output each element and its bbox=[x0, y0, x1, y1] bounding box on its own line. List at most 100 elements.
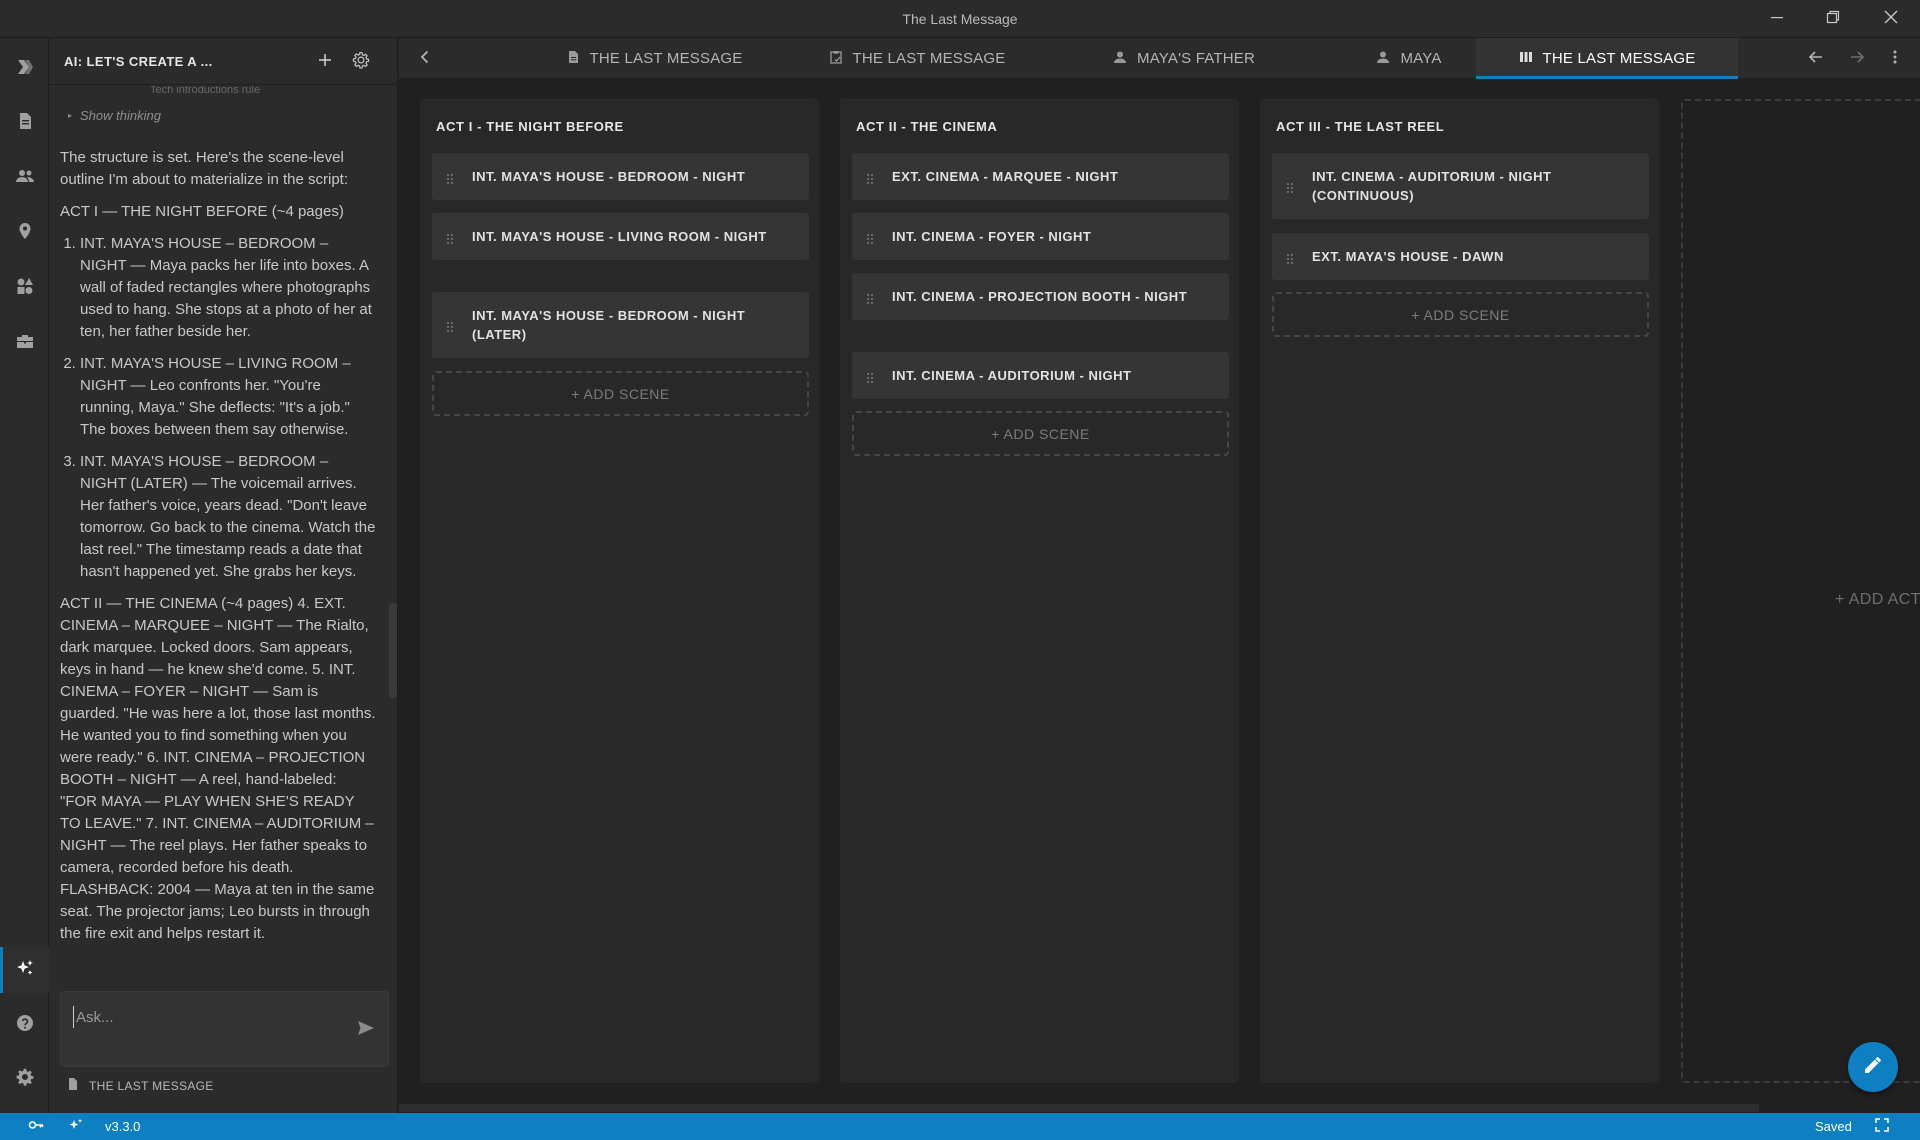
act-column: ACT I - THE NIGHT BEFORE INT. MAYA'S HOU… bbox=[420, 99, 819, 1083]
drag-handle-icon[interactable] bbox=[1286, 180, 1294, 193]
close-button[interactable] bbox=[1870, 0, 1912, 38]
document-icon bbox=[566, 50, 580, 68]
minimize-button[interactable] bbox=[1756, 0, 1798, 38]
chat-scrollbar[interactable] bbox=[389, 603, 397, 698]
elements-button[interactable] bbox=[0, 265, 49, 311]
drag-handle-icon[interactable] bbox=[866, 370, 874, 383]
pencil-icon bbox=[1862, 1054, 1884, 1081]
more-vertical-icon bbox=[1886, 48, 1904, 71]
assistant-intro: The structure is set. Here's the scene-l… bbox=[60, 149, 349, 188]
tab-label: MAYA bbox=[1400, 50, 1442, 67]
drag-handle-icon[interactable] bbox=[866, 171, 874, 184]
context-doc-label: THE LAST MESSAGE bbox=[89, 1078, 214, 1093]
locations-button[interactable] bbox=[0, 210, 49, 256]
add-scene-button[interactable]: + ADD SCENE bbox=[852, 411, 1229, 456]
list-item: INT. MAYA'S HOUSE – BEDROOM – NIGHT — Ma… bbox=[80, 233, 377, 343]
scene-card[interactable]: INT. CINEMA - AUDITORIUM - NIGHT bbox=[852, 352, 1229, 399]
scene-heading: EXT. MAYA'S HOUSE - DAWN bbox=[1312, 249, 1504, 264]
ai-button[interactable] bbox=[0, 947, 49, 993]
tab-character-mayas-father[interactable]: MAYA'S FATHER bbox=[1059, 38, 1309, 79]
add-scene-button[interactable]: + ADD SCENE bbox=[432, 371, 809, 416]
scene-card[interactable]: EXT. CINEMA - MARQUEE - NIGHT bbox=[852, 153, 1229, 200]
scene-heading: INT. MAYA'S HOUSE - LIVING ROOM - NIGHT bbox=[472, 229, 767, 244]
gear-icon bbox=[352, 51, 370, 74]
restore-icon bbox=[1826, 10, 1840, 29]
close-icon bbox=[1884, 10, 1898, 29]
ai-status-button[interactable] bbox=[68, 1113, 84, 1140]
scene-heading: INT. CINEMA - AUDITORIUM - NIGHT (CONTIN… bbox=[1312, 169, 1552, 203]
story-board: ACT I - THE NIGHT BEFORE INT. MAYA'S HOU… bbox=[399, 79, 1920, 1113]
scene-card[interactable]: INT. MAYA'S HOUSE - LIVING ROOM - NIGHT bbox=[432, 213, 809, 260]
scene-heading: INT. CINEMA - FOYER - NIGHT bbox=[892, 229, 1092, 244]
columns-icon bbox=[1519, 50, 1533, 68]
more-menu-button[interactable] bbox=[1883, 47, 1907, 71]
scene-card[interactable]: INT. MAYA'S HOUSE - BEDROOM - NIGHT bbox=[432, 153, 809, 200]
act1-heading: ACT I — THE NIGHT BEFORE (~4 pages) bbox=[60, 203, 344, 220]
arrow-right-icon bbox=[1848, 48, 1866, 71]
act-column: ACT III - THE LAST REEL INT. CINEMA - AU… bbox=[1260, 99, 1659, 1083]
drag-handle-icon[interactable] bbox=[446, 231, 454, 244]
chat-settings-button[interactable] bbox=[350, 51, 372, 73]
characters-button[interactable] bbox=[0, 155, 49, 201]
scene-card[interactable]: INT. CINEMA - FOYER - NIGHT bbox=[852, 213, 1229, 260]
scene-card[interactable]: INT. CINEMA - PROJECTION BOOTH - NIGHT bbox=[852, 273, 1229, 320]
help-icon bbox=[15, 1013, 35, 1038]
people-icon bbox=[15, 166, 35, 191]
activity-bar bbox=[0, 38, 49, 1113]
help-button[interactable] bbox=[0, 1002, 49, 1048]
shapes-icon bbox=[15, 276, 35, 301]
toolbox-icon bbox=[15, 331, 35, 356]
faded-previous-line: Tech introductions rule bbox=[150, 86, 261, 96]
license-key-button[interactable] bbox=[28, 1113, 44, 1140]
chat-title: AI: LET'S CREATE A ... bbox=[64, 54, 213, 69]
chat-context-document[interactable]: THE LAST MESSAGE bbox=[67, 1078, 214, 1093]
version-label: v3.3.0 bbox=[105, 1119, 141, 1134]
scene-heading: INT. MAYA'S HOUSE - BEDROOM - NIGHT bbox=[472, 169, 746, 184]
drag-handle-icon[interactable] bbox=[446, 319, 454, 332]
ask-input[interactable] bbox=[73, 1006, 343, 1028]
collapse-panel-button[interactable] bbox=[413, 47, 437, 71]
scene-card[interactable]: EXT. MAYA'S HOUSE - DAWN bbox=[1272, 233, 1649, 280]
add-act-dropzone[interactable]: + ADD ACT bbox=[1681, 99, 1920, 1083]
scene-card[interactable]: INT. CINEMA - AUDITORIUM - NIGHT (CONTIN… bbox=[1272, 153, 1649, 219]
forward-button[interactable] bbox=[1845, 47, 1869, 71]
fullscreen-button[interactable] bbox=[1874, 1113, 1890, 1140]
sparkle-icon bbox=[68, 1117, 84, 1136]
window-title: The Last Message bbox=[902, 11, 1018, 27]
act-title[interactable]: ACT I - THE NIGHT BEFORE bbox=[436, 119, 624, 134]
send-button[interactable] bbox=[356, 1018, 376, 1038]
act-title[interactable]: ACT III - THE LAST REEL bbox=[1276, 119, 1444, 134]
ai-chat-panel: AI: LET'S CREATE A ... Tech introduction… bbox=[49, 38, 398, 1113]
logo-button[interactable] bbox=[0, 46, 49, 92]
show-thinking-label: Show thinking bbox=[80, 108, 161, 123]
new-chat-button[interactable] bbox=[314, 51, 336, 73]
title-bar: The Last Message bbox=[0, 0, 1920, 38]
tab-bar: THE LAST MESSAGE THE LAST MESSAGE MAYA'S… bbox=[399, 38, 1920, 79]
scene-heading: EXT. CINEMA - MARQUEE - NIGHT bbox=[892, 169, 1119, 184]
drag-handle-icon[interactable] bbox=[866, 291, 874, 304]
drag-handle-icon[interactable] bbox=[1286, 251, 1294, 264]
tab-character-maya[interactable]: MAYA bbox=[1329, 38, 1489, 79]
chat-header: AI: LET'S CREATE A ... bbox=[49, 38, 398, 85]
back-button[interactable] bbox=[1804, 47, 1828, 71]
board-horizontal-scrollbar[interactable] bbox=[399, 1104, 1759, 1112]
show-thinking-toggle[interactable]: ▸ Show thinking bbox=[68, 108, 377, 123]
tab-board[interactable]: THE LAST MESSAGE bbox=[1476, 38, 1738, 79]
scene-card[interactable]: INT. MAYA'S HOUSE - BEDROOM - NIGHT (LAT… bbox=[432, 292, 809, 358]
toolbox-button[interactable] bbox=[0, 320, 49, 366]
drag-handle-icon[interactable] bbox=[446, 171, 454, 184]
edit-fab-button[interactable] bbox=[1848, 1042, 1898, 1092]
plus-icon bbox=[316, 51, 334, 74]
tab-script[interactable]: THE LAST MESSAGE bbox=[539, 38, 769, 79]
restore-button[interactable] bbox=[1812, 0, 1854, 38]
tab-label: THE LAST MESSAGE bbox=[1542, 50, 1696, 67]
settings-button[interactable] bbox=[0, 1056, 49, 1102]
chevron-left-icon bbox=[416, 48, 434, 71]
scene-heading: INT. CINEMA - PROJECTION BOOTH - NIGHT bbox=[892, 289, 1188, 304]
act-title[interactable]: ACT II - THE CINEMA bbox=[856, 119, 997, 134]
add-scene-button[interactable]: + ADD SCENE bbox=[1272, 292, 1649, 337]
tab-outline[interactable]: THE LAST MESSAGE bbox=[797, 38, 1037, 79]
act1-scene-list: INT. MAYA'S HOUSE – BEDROOM – NIGHT — Ma… bbox=[80, 233, 377, 583]
drag-handle-icon[interactable] bbox=[866, 231, 874, 244]
documents-button[interactable] bbox=[0, 100, 49, 146]
